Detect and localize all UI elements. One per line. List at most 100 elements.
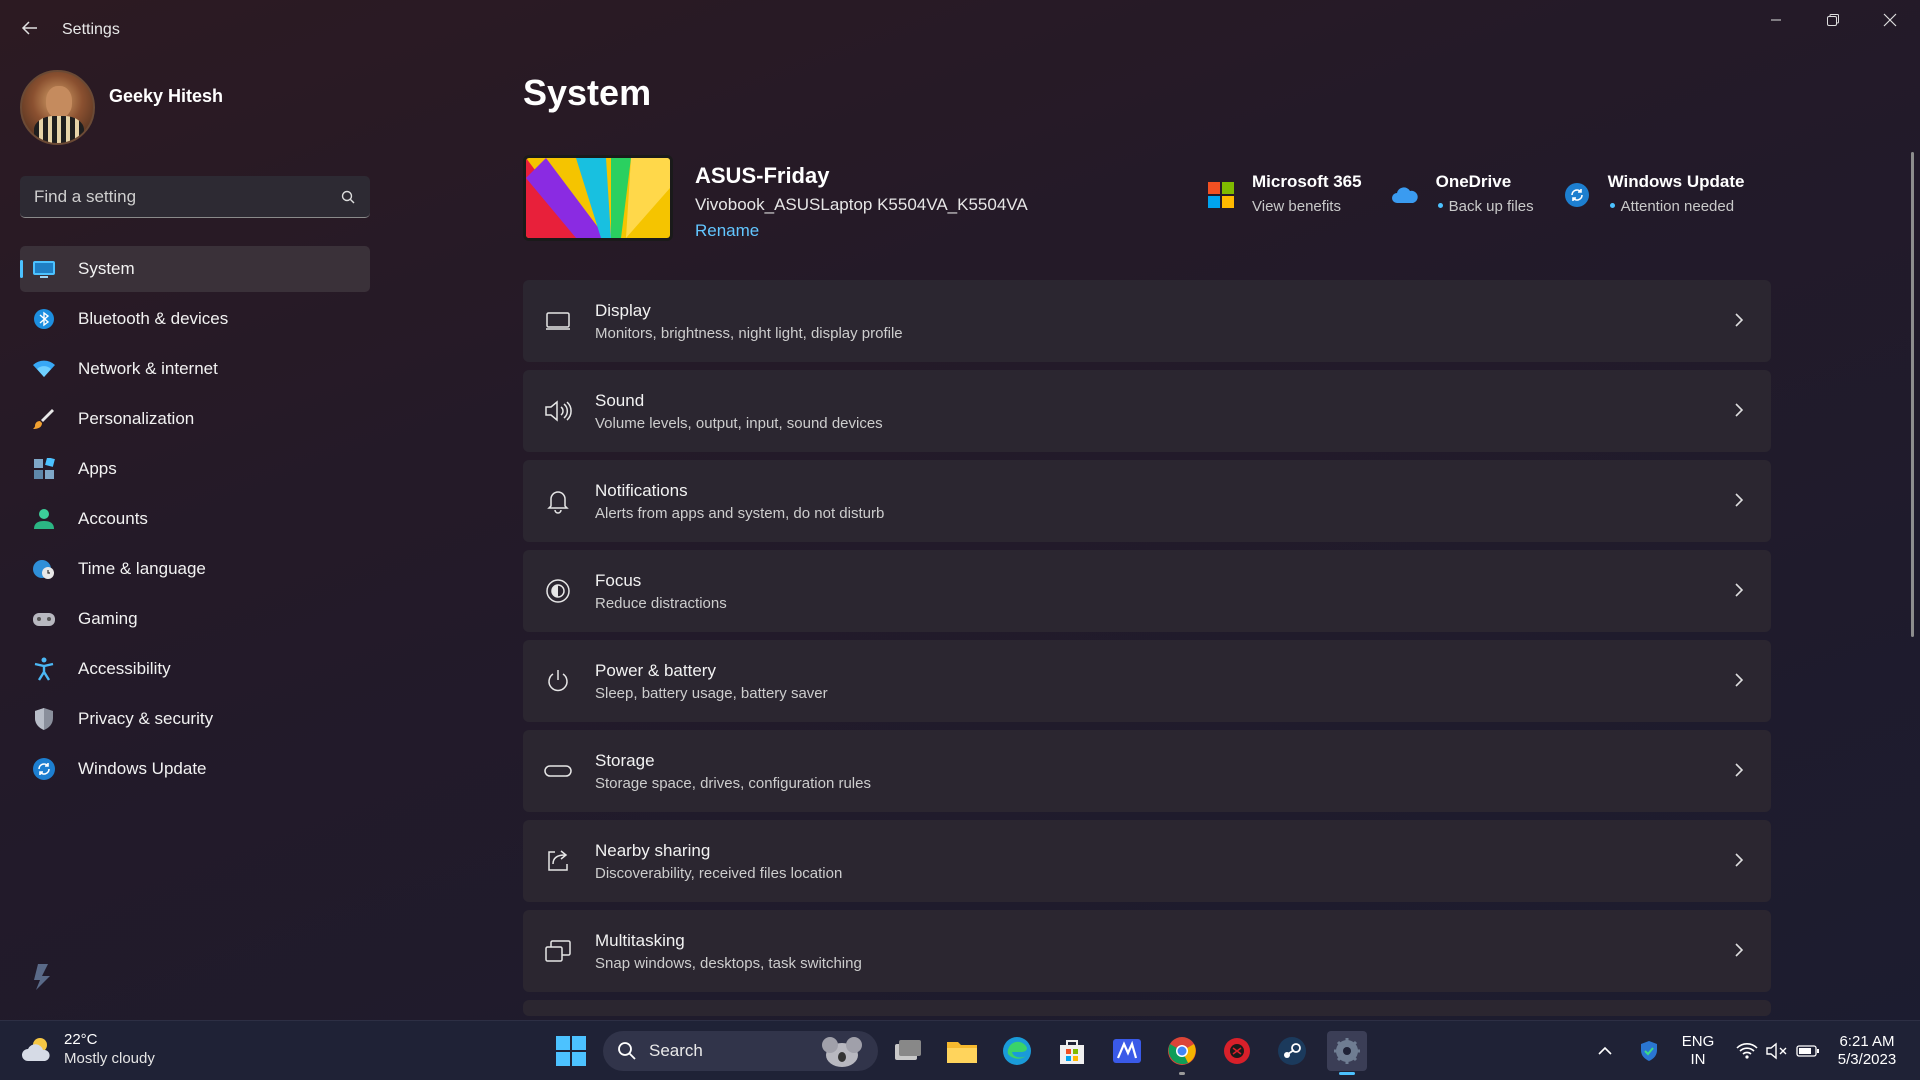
task-view-button[interactable] xyxy=(888,1031,928,1071)
windows-update-link[interactable]: Windows Update Attention needed xyxy=(1562,172,1745,215)
shield-icon xyxy=(32,707,56,731)
onedrive-link[interactable]: OneDrive Back up files xyxy=(1390,172,1534,215)
setting-multitasking[interactable]: Multitasking Snap windows, desktops, task… xyxy=(523,910,1771,992)
wifi-icon xyxy=(32,357,56,381)
device-card: ASUS-Friday Vivobook_ASUSLaptop K5504VA_… xyxy=(523,155,1028,241)
ql-title: OneDrive xyxy=(1435,172,1512,191)
sidebar-item-label: Windows Update xyxy=(78,759,207,778)
edge-button[interactable] xyxy=(997,1031,1037,1071)
onedrive-cloud-icon xyxy=(1390,180,1420,210)
chrome-button[interactable] xyxy=(1162,1031,1202,1075)
focus-icon xyxy=(543,576,573,606)
taskbar-search[interactable]: Search xyxy=(603,1031,878,1071)
sidebar-item-gaming[interactable]: Gaming xyxy=(20,596,370,642)
sidebar-item-privacy-security[interactable]: Privacy & security xyxy=(20,696,370,742)
clock[interactable]: 6:21 AM 5/3/2023 xyxy=(1832,1033,1902,1069)
show-hidden-icons-button[interactable] xyxy=(1590,1031,1620,1071)
setting-subtitle: Sleep, battery usage, battery saver xyxy=(595,684,828,702)
language-indicator[interactable]: ENG IN xyxy=(1680,1033,1716,1069)
setting-subtitle: Snap windows, desktops, task switching xyxy=(595,954,862,972)
settings-app-button[interactable] xyxy=(1327,1031,1367,1075)
setting-subtitle: Discoverability, received files location xyxy=(595,864,843,882)
find-setting-search[interactable] xyxy=(20,176,370,218)
rename-link[interactable]: Rename xyxy=(695,221,759,241)
defender-shield-icon xyxy=(1641,1041,1657,1061)
setting-sound[interactable]: Sound Volume levels, output, input, sound… xyxy=(523,370,1771,452)
weather-widget[interactable]: 22°C Mostly cloudy xyxy=(20,1031,155,1067)
widget-icon[interactable] xyxy=(28,962,58,992)
microsoft-365-link[interactable]: Microsoft 365 View benefits xyxy=(1206,172,1362,215)
ql-subtitle: View benefits xyxy=(1252,198,1341,215)
setting-next-partial[interactable] xyxy=(523,1000,1771,1016)
setting-focus[interactable]: Focus Reduce distractions xyxy=(523,550,1771,632)
chrome-browser-icon xyxy=(1168,1037,1196,1065)
sidebar-item-accounts[interactable]: Accounts xyxy=(20,496,370,542)
sidebar-item-windows-update[interactable]: Windows Update xyxy=(20,746,370,792)
sidebar-item-label: Network & internet xyxy=(78,359,218,378)
sidebar-item-label: Accounts xyxy=(78,509,148,528)
taskbar: 22°C Mostly cloudy Search ENG IN 6:21 AM… xyxy=(0,1020,1920,1080)
close-button[interactable] xyxy=(1862,4,1918,36)
sidebar-item-accessibility[interactable]: Accessibility xyxy=(20,646,370,692)
ql-subtitle: Back up files xyxy=(1448,198,1534,215)
folder-icon xyxy=(947,1042,977,1063)
setting-subtitle: Reduce distractions xyxy=(595,594,727,612)
device-model: Vivobook_ASUSLaptop K5504VA_K5504VA xyxy=(695,195,1028,214)
user-profile[interactable]: Geeky Hitesh xyxy=(20,70,223,145)
sidebar-item-system[interactable]: System xyxy=(20,246,370,292)
start-button[interactable] xyxy=(551,1031,591,1071)
setting-title: Power & battery xyxy=(595,660,716,680)
search-icon[interactable] xyxy=(340,189,356,205)
profile-name: Geeky Hitesh xyxy=(109,86,224,106)
red-gaming-app-icon xyxy=(1224,1038,1250,1064)
wifi-icon xyxy=(1736,1043,1758,1059)
setting-power-battery[interactable]: Power & battery Sleep, battery usage, bat… xyxy=(523,640,1771,722)
setting-title: Sound xyxy=(595,390,645,410)
microsoft-store-button[interactable] xyxy=(1052,1031,1092,1071)
settings-list: Display Monitors, brightness, night light… xyxy=(523,280,1771,1024)
setting-storage[interactable]: Storage Storage space, drives, configurat… xyxy=(523,730,1771,812)
sidebar-item-bluetooth[interactable]: Bluetooth & devices xyxy=(20,296,370,342)
chevron-right-icon xyxy=(1729,940,1749,960)
settings-window: Settings Geeky Hitesh System xyxy=(0,0,1920,1020)
quick-settings-button[interactable] xyxy=(1728,1031,1828,1071)
sidebar-item-apps[interactable]: Apps xyxy=(20,446,370,492)
app-button-red[interactable] xyxy=(1217,1031,1257,1071)
accessibility-icon xyxy=(32,657,56,681)
app-button-m[interactable] xyxy=(1107,1031,1147,1071)
sidebar-item-personalization[interactable]: Personalization xyxy=(20,396,370,442)
setting-nearby-sharing[interactable]: Nearby sharing Discoverability, received … xyxy=(523,820,1771,902)
language-top: ENG xyxy=(1681,1033,1715,1050)
sidebar-item-label: Apps xyxy=(78,459,117,478)
back-button[interactable] xyxy=(16,14,44,42)
sidebar-item-network[interactable]: Network & internet xyxy=(20,346,370,392)
setting-title: Notifications xyxy=(595,480,688,500)
device-name: ASUS-Friday xyxy=(695,163,830,188)
restore-button[interactable] xyxy=(1805,4,1861,36)
share-icon xyxy=(543,846,573,876)
m-app-icon xyxy=(1113,1039,1141,1063)
steam-button[interactable] xyxy=(1272,1031,1312,1071)
chevron-right-icon xyxy=(1729,850,1749,870)
minimize-button[interactable] xyxy=(1748,4,1804,36)
defender-tray-button[interactable] xyxy=(1634,1031,1664,1071)
chevron-right-icon xyxy=(1729,760,1749,780)
apps-icon xyxy=(32,457,56,481)
multitasking-icon xyxy=(543,936,573,966)
sidebar-item-time-language[interactable]: Time & language xyxy=(20,546,370,592)
task-view-icon xyxy=(895,1040,921,1060)
chevron-up-icon xyxy=(1598,1046,1612,1055)
cloudy-weather-icon xyxy=(22,1038,50,1061)
sidebar-item-label: System xyxy=(78,259,135,278)
setting-display[interactable]: Display Monitors, brightness, night light… xyxy=(523,280,1771,362)
ql-title: Windows Update xyxy=(1607,172,1745,191)
close-icon xyxy=(1883,13,1897,27)
clock-time: 6:21 AM xyxy=(1839,1033,1895,1050)
power-icon xyxy=(543,666,573,696)
search-label: Search xyxy=(649,1041,703,1060)
setting-title: Focus xyxy=(595,570,642,590)
setting-notifications[interactable]: Notifications Alerts from apps and system… xyxy=(523,460,1771,542)
search-input[interactable] xyxy=(34,186,340,207)
vertical-scrollbar[interactable] xyxy=(1911,152,1914,637)
file-explorer-button[interactable] xyxy=(942,1031,982,1071)
